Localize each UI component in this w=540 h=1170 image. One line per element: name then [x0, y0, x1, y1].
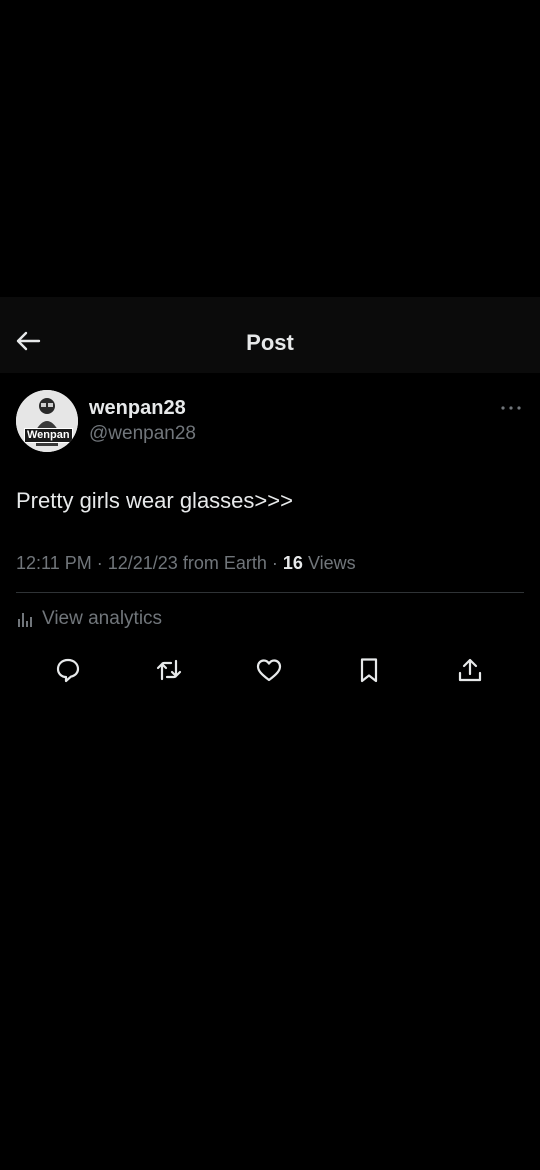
post-time[interactable]: 12:11 PM — [16, 553, 92, 573]
meta-separator: · — [96, 553, 103, 573]
bar-chart-icon — [18, 613, 32, 627]
avatar[interactable]: Wenpan — [16, 390, 78, 452]
share-icon — [458, 658, 482, 682]
view-analytics-label: View analytics — [42, 608, 163, 629]
post-source: from Earth — [182, 553, 267, 573]
bookmark-icon — [360, 658, 378, 683]
meta-separator-2: · — [271, 553, 278, 573]
view-analytics-link[interactable]: View analytics — [16, 608, 162, 630]
views-label: Views — [307, 553, 356, 573]
post-text: Pretty girls wear glasses>>> — [16, 488, 293, 513]
avatar-text: Wenpan — [24, 428, 73, 443]
share-button[interactable] — [455, 655, 485, 685]
author-display-name[interactable]: wenpan28 — [89, 397, 186, 420]
reply-button[interactable] — [53, 655, 83, 685]
heart-icon — [256, 659, 282, 682]
post-metadata: 12:11 PM · 12/21/23 from Earth · 16 View… — [16, 553, 356, 574]
repost-button[interactable] — [154, 655, 184, 685]
more-options-button[interactable] — [498, 398, 524, 418]
author-handle[interactable]: @wenpan28 — [89, 423, 196, 445]
bookmark-button[interactable] — [354, 655, 384, 685]
like-button[interactable] — [254, 655, 284, 685]
more-dots-icon — [501, 406, 521, 410]
top-bar: Post — [0, 297, 540, 373]
reply-icon — [56, 658, 80, 683]
views-count: 16 — [282, 553, 303, 573]
repost-icon — [156, 659, 182, 681]
page-title: Post — [246, 330, 294, 355]
post-date[interactable]: 12/21/23 — [108, 553, 178, 573]
divider — [16, 592, 524, 593]
